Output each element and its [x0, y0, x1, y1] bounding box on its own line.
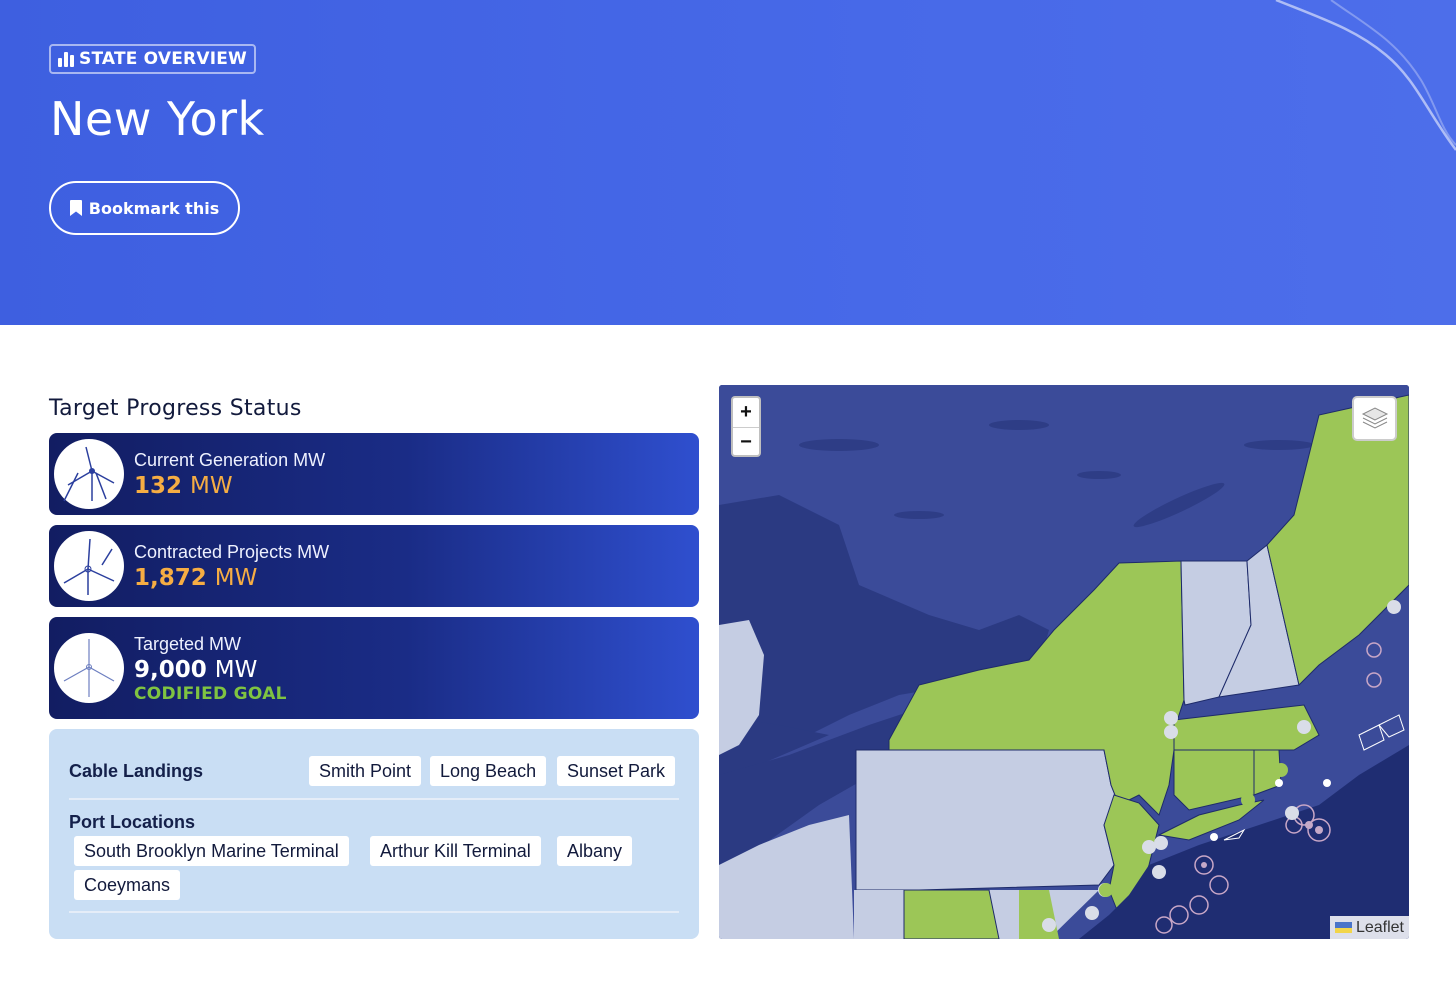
- codified-goal-label: CODIFIED GOAL: [134, 684, 287, 704]
- map-canvas: [719, 385, 1409, 939]
- port-location-chip: Coeymans: [74, 870, 181, 900]
- port-location-chip: South Brooklyn Marine Terminal: [74, 836, 349, 866]
- layers-button[interactable]: [1352, 396, 1397, 441]
- infrastructure-panel: Cable Landings Smith Point Long Beach Su…: [49, 729, 699, 939]
- card-label: Current Generation MW: [134, 450, 326, 470]
- bookmark-icon: [69, 200, 82, 216]
- state-overview-badge: STATE OVERVIEW: [49, 44, 256, 74]
- cable-landing-chip: Long Beach: [430, 756, 547, 786]
- value-unit: MW: [214, 565, 258, 591]
- bookmark-label: Bookmark this: [88, 198, 220, 218]
- targeted-card: Targeted MW 9,000 MW CODIFIED GOAL: [49, 617, 699, 719]
- attribution-link[interactable]: Leaflet: [1356, 919, 1404, 937]
- leaflet-attribution[interactable]: Leaflet: [1329, 916, 1409, 939]
- port-location-chip: Arthur Kill Terminal: [370, 836, 541, 866]
- value-number: 9,000: [134, 657, 207, 683]
- divider: [69, 798, 679, 800]
- port-locations-label: Port Locations: [69, 812, 196, 832]
- card-label: Targeted MW: [134, 634, 242, 654]
- zoom-in-button[interactable]: +: [733, 398, 759, 427]
- current-generation-card: Current Generation MW 132 MW: [49, 433, 699, 515]
- value-number: 132: [134, 473, 183, 499]
- ukraine-flag-icon: [1334, 922, 1352, 933]
- value-unit: MW: [214, 657, 258, 683]
- page-title: New York: [50, 92, 265, 146]
- card-value: 132 MW: [134, 473, 233, 499]
- badge-label: STATE OVERVIEW: [79, 49, 247, 69]
- port-location-chip: Albany: [557, 836, 633, 866]
- cable-landings-label: Cable Landings: [69, 761, 204, 781]
- card-label: Contracted Projects MW: [134, 542, 330, 562]
- page-header: STATE OVERVIEW New York Bookmark this: [0, 0, 1456, 325]
- contracted-projects-card: Contracted Projects MW 1,872 MW: [49, 525, 699, 607]
- zoom-controls: + −: [731, 396, 761, 457]
- cable-landing-chip: Smith Point: [309, 756, 422, 786]
- zoom-out-button[interactable]: −: [733, 427, 759, 455]
- value-number: 1,872: [134, 565, 207, 591]
- value-unit: MW: [190, 473, 233, 499]
- wind-turbine-icon: [54, 633, 124, 703]
- wind-turbine-icon: [54, 439, 124, 509]
- decorative-waves: [1275, 0, 1456, 151]
- card-value: 9,000 MW: [134, 657, 257, 683]
- bar-chart-icon: [58, 51, 74, 67]
- card-value: 1,872 MW: [134, 565, 257, 591]
- layers-icon: [1361, 406, 1388, 429]
- cable-landing-chip: Sunset Park: [557, 756, 676, 786]
- bookmark-button[interactable]: Bookmark this: [49, 181, 240, 235]
- section-title: Target Progress Status: [49, 396, 302, 421]
- wind-turbine-icon: [54, 531, 124, 601]
- state-map[interactable]: + − Leaflet: [719, 385, 1409, 939]
- divider: [69, 911, 679, 913]
